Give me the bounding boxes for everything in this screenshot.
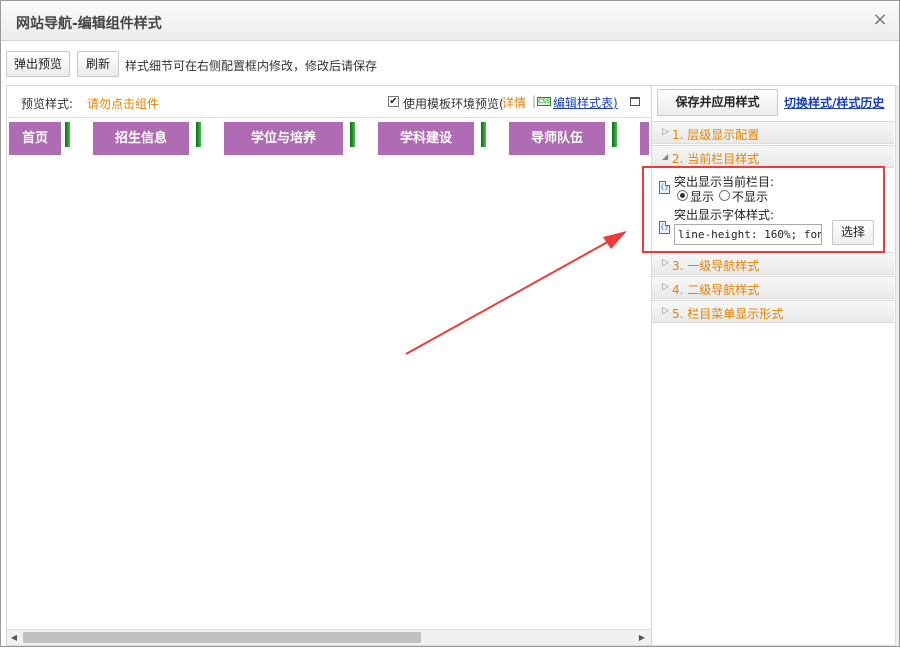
nav-separator: [612, 122, 617, 147]
nav-item-admissions[interactable]: 招生信息: [93, 122, 189, 155]
radio-hide-label: 不显示: [732, 190, 769, 204]
expanded-arrow-icon: ◢: [662, 152, 669, 161]
preview-style-value: 请勿点击组件: [87, 97, 160, 111]
scrollbar-thumb[interactable]: [23, 632, 421, 643]
nav-separator: [350, 122, 355, 147]
section-level-display[interactable]: ▷ 1. 层级显示配置: [652, 121, 894, 144]
edit-stylesheet-link[interactable]: 编辑样式表): [553, 94, 618, 111]
collapsed-arrow-icon: ▷: [662, 282, 669, 292]
edit-stylesheet-label: 编辑样式表: [553, 96, 614, 110]
nav-item-cutoff[interactable]: [640, 122, 649, 155]
section-title: 4. 二级导航样式: [672, 283, 760, 297]
style-file-icon: {}: [659, 221, 670, 234]
toolbar-hint: 样式细节可在右侧配置框内修改，修改后请保存: [125, 59, 378, 73]
nav-item-discipline[interactable]: 学科建设: [378, 122, 474, 155]
radio-show[interactable]: [677, 190, 688, 201]
title-bar: 网站导航-编辑组件样式 ×: [1, 1, 899, 41]
current-column-settings: {} 突出显示当前栏目: 显示 不显示 {} 突出显示字体样式: line-he…: [652, 169, 894, 254]
window-title: 网站导航-编辑组件样式: [16, 16, 162, 32]
config-panel: 保存并应用样式 切换样式/样式历史 ▷ 1. 层级显示配置 ◢ 2. 当前栏目样…: [652, 85, 896, 646]
preview-panel: 预览样式: 请勿点击组件 ✔ 使用模板环境预览( 详情 | CSS 编辑样式表)…: [6, 85, 652, 646]
horizontal-scrollbar[interactable]: ◀ ▶: [7, 629, 651, 645]
use-template-label: 使用模板环境预览(: [403, 97, 504, 111]
font-style-label: 突出显示字体样式:: [674, 208, 775, 222]
nav-item-home[interactable]: 首页: [9, 122, 61, 155]
collapsed-arrow-icon: ▷: [662, 127, 669, 137]
style-file-icon: {}: [659, 181, 670, 194]
popup-preview-button[interactable]: 弹出预览: [6, 51, 70, 77]
radio-hide[interactable]: [719, 190, 730, 201]
checkbox-icon[interactable]: ✔: [388, 96, 399, 107]
maximize-icon[interactable]: [630, 97, 640, 106]
detail-link[interactable]: 详情: [502, 94, 526, 111]
nav-item-degree-training[interactable]: 学位与培养: [224, 122, 343, 155]
panel-scrollbar[interactable]: [896, 85, 899, 646]
close-icon[interactable]: ×: [871, 10, 889, 30]
link-separator: |: [532, 94, 537, 108]
scroll-right-icon[interactable]: ▶: [637, 633, 647, 643]
scroll-left-icon[interactable]: ◀: [9, 633, 19, 643]
section-menu-display[interactable]: ▷ 5. 栏目菜单显示形式: [652, 300, 894, 323]
css-file-icon: CSS: [537, 97, 551, 106]
refresh-button[interactable]: 刷新: [77, 51, 119, 77]
collapsed-arrow-icon: ▷: [662, 306, 669, 316]
preview-style-label: 预览样式:: [21, 97, 74, 111]
switch-style-history-link[interactable]: 切换样式/样式历史: [784, 94, 884, 111]
edit-stylesheet-paren: ): [613, 96, 618, 110]
choose-button[interactable]: 选择: [832, 220, 874, 245]
section-secondary-nav[interactable]: ▷ 4. 二级导航样式: [652, 276, 894, 299]
nav-separator: [65, 122, 70, 147]
section-title: 1. 层级显示配置: [672, 128, 760, 142]
website-nav-preview: 首页 招生信息 学位与培养 学科建设 导师队伍: [9, 122, 649, 156]
nav-item-supervisors[interactable]: 导师队伍: [509, 122, 605, 155]
section-primary-nav[interactable]: ▷ 3. 一级导航样式: [652, 252, 894, 275]
nav-separator: [481, 122, 486, 147]
radio-show-label: 显示: [690, 190, 715, 204]
section-title: 5. 栏目菜单显示形式: [672, 307, 784, 321]
save-apply-button[interactable]: 保存并应用样式: [657, 89, 778, 116]
section-title: 3. 一级导航样式: [672, 259, 760, 273]
collapsed-arrow-icon: ▷: [662, 258, 669, 268]
section-title: 2. 当前栏目样式: [672, 152, 760, 166]
edit-component-style-dialog: 网站导航-编辑组件样式 × 弹出预览 刷新 样式细节可在右侧配置框内修改，修改后…: [0, 0, 900, 647]
section-current-column[interactable]: ◢ 2. 当前栏目样式: [652, 145, 894, 168]
font-style-input[interactable]: line-height: 160%; font-: [674, 224, 822, 245]
nav-separator: [196, 122, 201, 147]
preview-bar: 预览样式: 请勿点击组件 ✔ 使用模板环境预览( 详情 | CSS 编辑样式表): [7, 86, 651, 118]
